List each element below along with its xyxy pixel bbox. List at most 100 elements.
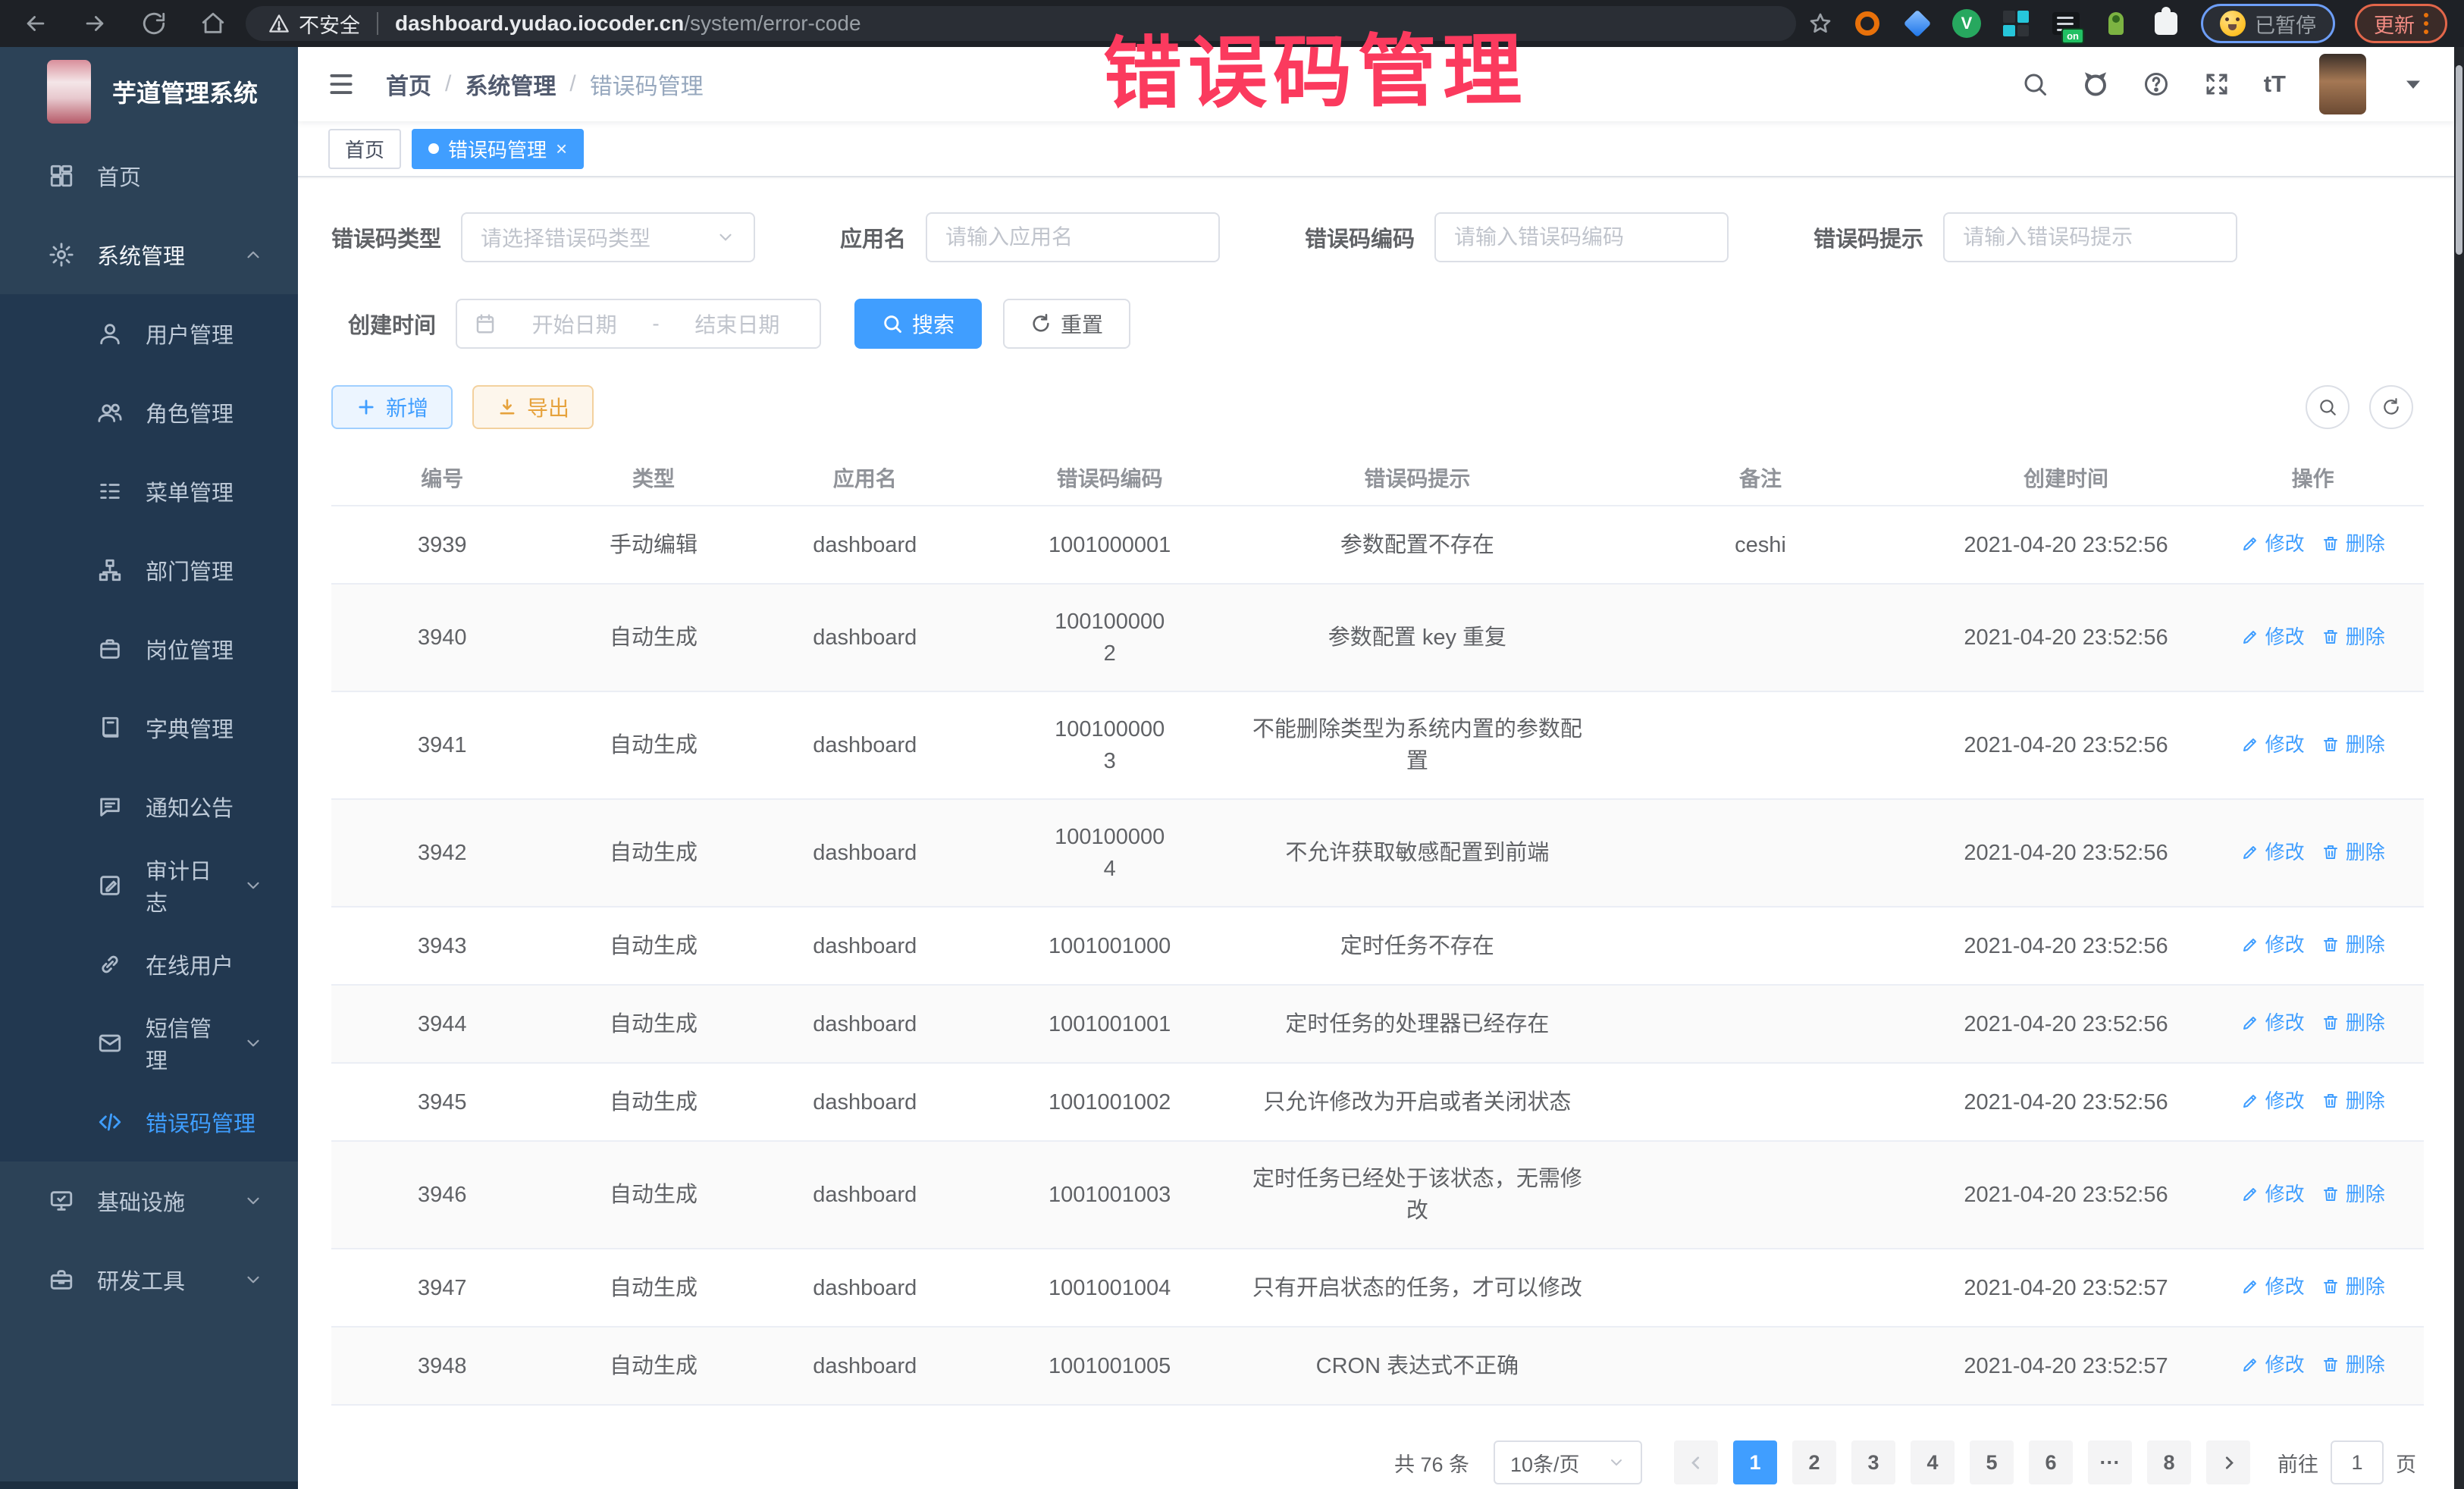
github-icon[interactable]	[2082, 71, 2109, 98]
add-button[interactable]: 新增	[331, 385, 453, 429]
page-button[interactable]: 8	[2147, 1440, 2191, 1484]
date-range-picker[interactable]: 开始日期 - 结束日期	[456, 299, 821, 349]
prev-page-button[interactable]	[1674, 1440, 1718, 1484]
extension-puzzle-icon[interactable]	[2151, 8, 2181, 39]
sidebar-item-12[interactable]: 错误码管理	[0, 1083, 298, 1161]
delete-link[interactable]: 删除	[2321, 1349, 2385, 1381]
profile-paused-chip[interactable]: 已暂停	[2201, 4, 2335, 43]
sidebar-item-8[interactable]: 通知公告	[0, 767, 298, 846]
edit-link[interactable]: 修改	[2241, 1271, 2305, 1302]
address-bar[interactable]: 不安全 dashboard.yudao.iocoder.cn /system/e…	[246, 6, 1796, 41]
page-size-select[interactable]: 10条/页	[1494, 1440, 1642, 1484]
delete-link[interactable]: 删除	[2321, 1007, 2385, 1039]
page-button[interactable]: 6	[2029, 1440, 2073, 1484]
sidebar-item-6[interactable]: 岗位管理	[0, 610, 298, 688]
export-button[interactable]: 导出	[472, 385, 594, 429]
page-button[interactable]: 1	[1733, 1440, 1777, 1484]
delete-link[interactable]: 删除	[2321, 836, 2385, 868]
edit-link[interactable]: 修改	[2241, 1007, 2305, 1039]
scrollbar-thumb[interactable]	[2456, 65, 2462, 255]
page-button[interactable]: 3	[1851, 1440, 1895, 1484]
reset-button[interactable]: 重置	[1003, 299, 1130, 349]
extension-on-badge: on	[2061, 28, 2084, 44]
cell-ops: 修改删除	[2202, 907, 2424, 985]
cell-code: 1001000002	[976, 584, 1243, 691]
goto-page-input[interactable]	[2331, 1440, 2384, 1484]
forward-icon[interactable]	[82, 11, 108, 36]
scrollbar[interactable]	[2454, 47, 2464, 1489]
delete-link[interactable]: 删除	[2321, 1085, 2385, 1117]
bookmark-star-icon[interactable]	[1808, 11, 1832, 36]
back-icon[interactable]	[23, 11, 49, 36]
edit-link[interactable]: 修改	[2241, 836, 2305, 868]
page-button[interactable]: 5	[1970, 1440, 2014, 1484]
app-name-input[interactable]	[926, 212, 1220, 262]
font-size-icon[interactable]: tT	[2264, 71, 2286, 98]
close-icon[interactable]: ×	[556, 139, 567, 158]
toggle-search-button[interactable]	[2306, 385, 2350, 429]
delete-link[interactable]: 删除	[2321, 1178, 2385, 1210]
sidebar-item-0[interactable]: 首页	[0, 136, 298, 215]
breadcrumb-home[interactable]: 首页	[386, 67, 431, 101]
error-type-select[interactable]: 请选择错误码类型	[461, 212, 755, 262]
user-avatar[interactable]	[2319, 54, 2366, 114]
fullscreen-icon[interactable]	[2203, 71, 2230, 98]
caret-down-icon[interactable]	[2400, 71, 2427, 98]
delete-link[interactable]: 删除	[2321, 929, 2385, 961]
hamburger-icon[interactable]	[327, 70, 356, 99]
sidebar-item-3[interactable]: 角色管理	[0, 373, 298, 452]
page-button[interactable]: 2	[1792, 1440, 1836, 1484]
edit-link[interactable]: 修改	[2241, 528, 2305, 560]
cell-code: 1001000003	[976, 691, 1243, 799]
header-search-icon[interactable]	[2021, 71, 2049, 98]
sidebar-item-4[interactable]: 菜单管理	[0, 452, 298, 531]
edit-link[interactable]: 修改	[2241, 1085, 2305, 1117]
home-icon[interactable]	[200, 11, 226, 36]
edit-link[interactable]: 修改	[2241, 729, 2305, 760]
extension-orange-icon[interactable]	[1852, 8, 1882, 39]
extension-gem-icon[interactable]	[1902, 8, 1933, 39]
edit-link[interactable]: 修改	[2241, 1178, 2305, 1210]
warning-icon	[268, 13, 290, 34]
extension-list-icon[interactable]: on	[2051, 8, 2081, 39]
extension-figure-icon[interactable]	[2101, 8, 2131, 39]
sidebar-item-10[interactable]: 在线用户	[0, 925, 298, 1004]
extension-v-icon[interactable]: V	[1952, 9, 1981, 38]
error-msg-input[interactable]	[1943, 212, 2237, 262]
edit-link[interactable]: 修改	[2241, 621, 2305, 653]
cell-ops: 修改删除	[2202, 1327, 2424, 1405]
sidebar-item-5[interactable]: 部门管理	[0, 531, 298, 610]
delete-link[interactable]: 删除	[2321, 528, 2385, 560]
page-button[interactable]: 4	[1911, 1440, 1955, 1484]
reload-icon[interactable]	[141, 11, 167, 36]
sidebar-item-7[interactable]: 字典管理	[0, 688, 298, 767]
sidebar-item-11[interactable]: 短信管理	[0, 1004, 298, 1083]
next-page-button[interactable]	[2206, 1440, 2250, 1484]
cell-ops: 修改删除	[2202, 1141, 2424, 1249]
browser-update-button[interactable]: 更新	[2355, 4, 2447, 43]
delete-link[interactable]: 删除	[2321, 621, 2385, 653]
extension-grid-icon[interactable]	[2001, 8, 2031, 39]
cell-msg: 参数配置不存在	[1243, 506, 1591, 584]
edit-link[interactable]: 修改	[2241, 929, 2305, 961]
tag-1[interactable]: 错误码管理×	[412, 129, 584, 169]
error-code-input[interactable]	[1434, 212, 1729, 262]
refresh-table-button[interactable]	[2369, 385, 2413, 429]
breadcrumb-system[interactable]: 系统管理	[465, 67, 556, 101]
delete-link[interactable]: 删除	[2321, 729, 2385, 760]
edit-link[interactable]: 修改	[2241, 1349, 2305, 1381]
sidebar-item-9[interactable]: 审计日志	[0, 846, 298, 925]
page-button[interactable]: ···	[2088, 1440, 2132, 1484]
tag-0[interactable]: 首页	[328, 129, 401, 169]
cell-time: 2021-04-20 23:52:56	[1930, 799, 2202, 907]
sidebar-item-1[interactable]: 系统管理	[0, 215, 298, 294]
sidebar-item-2[interactable]: 用户管理	[0, 294, 298, 373]
search-button[interactable]: 搜索	[854, 299, 982, 349]
help-icon[interactable]	[2143, 71, 2170, 98]
delete-link[interactable]: 删除	[2321, 1271, 2385, 1302]
table-row: 3942自动生成dashboard1001000004不允许获取敏感配置到前端2…	[331, 799, 2424, 907]
edit-icon	[2241, 534, 2259, 553]
kebab-menu-icon[interactable]	[2424, 13, 2428, 34]
sidebar-item-14[interactable]: 研发工具	[0, 1240, 298, 1319]
sidebar-item-13[interactable]: 基础设施	[0, 1161, 298, 1240]
